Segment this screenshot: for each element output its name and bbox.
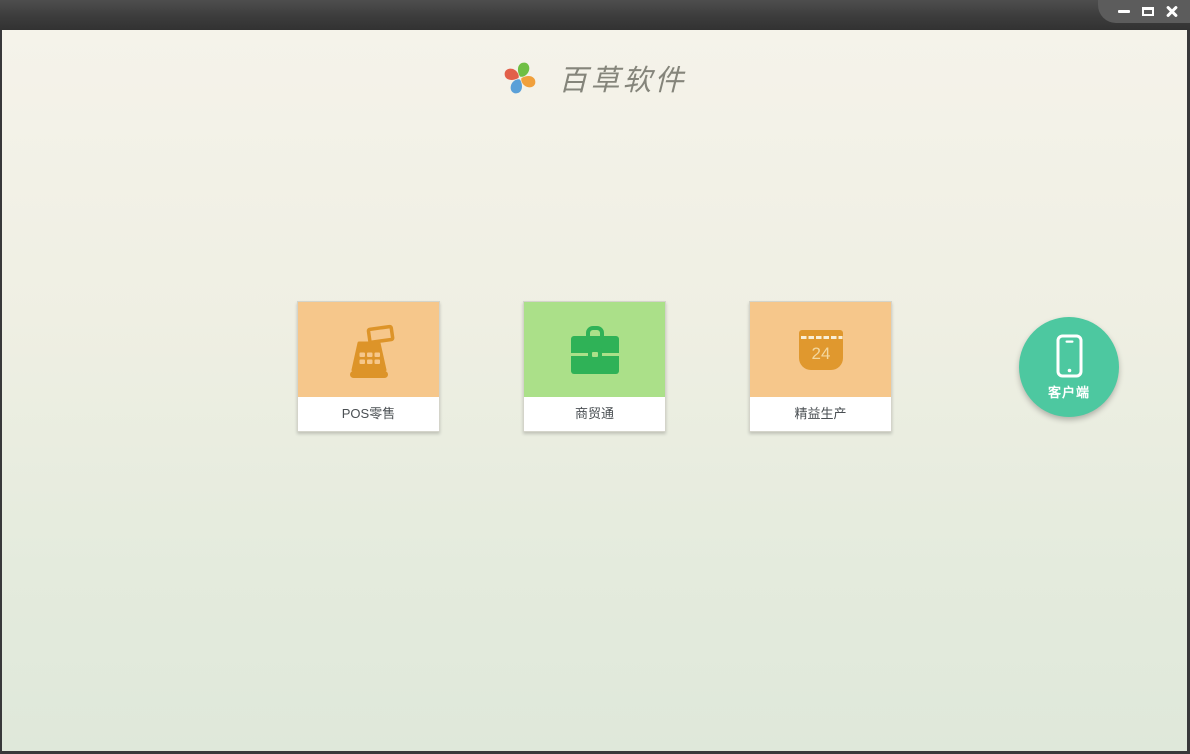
product-tile: 24 [750, 302, 891, 397]
maximize-button[interactable] [1136, 0, 1160, 23]
maximize-icon [1142, 7, 1154, 16]
product-tile [298, 302, 439, 397]
cash-register-icon [349, 324, 394, 378]
calendar-day-text: 24 [811, 344, 830, 363]
product-label: POS零售 [298, 397, 439, 431]
titlebar[interactable] [0, 0, 1190, 30]
product-label: 商贸通 [524, 397, 665, 431]
product-card-lean[interactable]: 24 精益生产 [749, 301, 892, 432]
smartphone-icon [1056, 334, 1082, 377]
product-tile [524, 302, 665, 397]
close-icon [1165, 5, 1179, 19]
pinwheel-logo-icon [505, 62, 536, 94]
client-button[interactable]: 客户端 [1019, 317, 1119, 417]
product-card-trade[interactable]: 商贸通 [523, 301, 666, 432]
main-content: 百草软件 POS零售 商贸通 24 精益生产 客户端 [2, 30, 1187, 751]
close-button[interactable] [1160, 0, 1184, 23]
minimize-button[interactable] [1112, 0, 1136, 23]
product-card-pos[interactable]: POS零售 [297, 301, 440, 432]
product-label: 精益生产 [750, 397, 891, 431]
app-window: 百草软件 POS零售 商贸通 24 精益生产 客户端 [0, 0, 1190, 754]
app-title: 百草软件 [558, 65, 687, 97]
client-label: 客户端 [1047, 384, 1090, 400]
window-controls [1098, 0, 1190, 23]
minimize-icon [1118, 10, 1130, 13]
calendar-icon: 24 [798, 329, 843, 370]
briefcase-icon [570, 325, 619, 374]
brand-header: 百草软件 [2, 56, 1187, 100]
